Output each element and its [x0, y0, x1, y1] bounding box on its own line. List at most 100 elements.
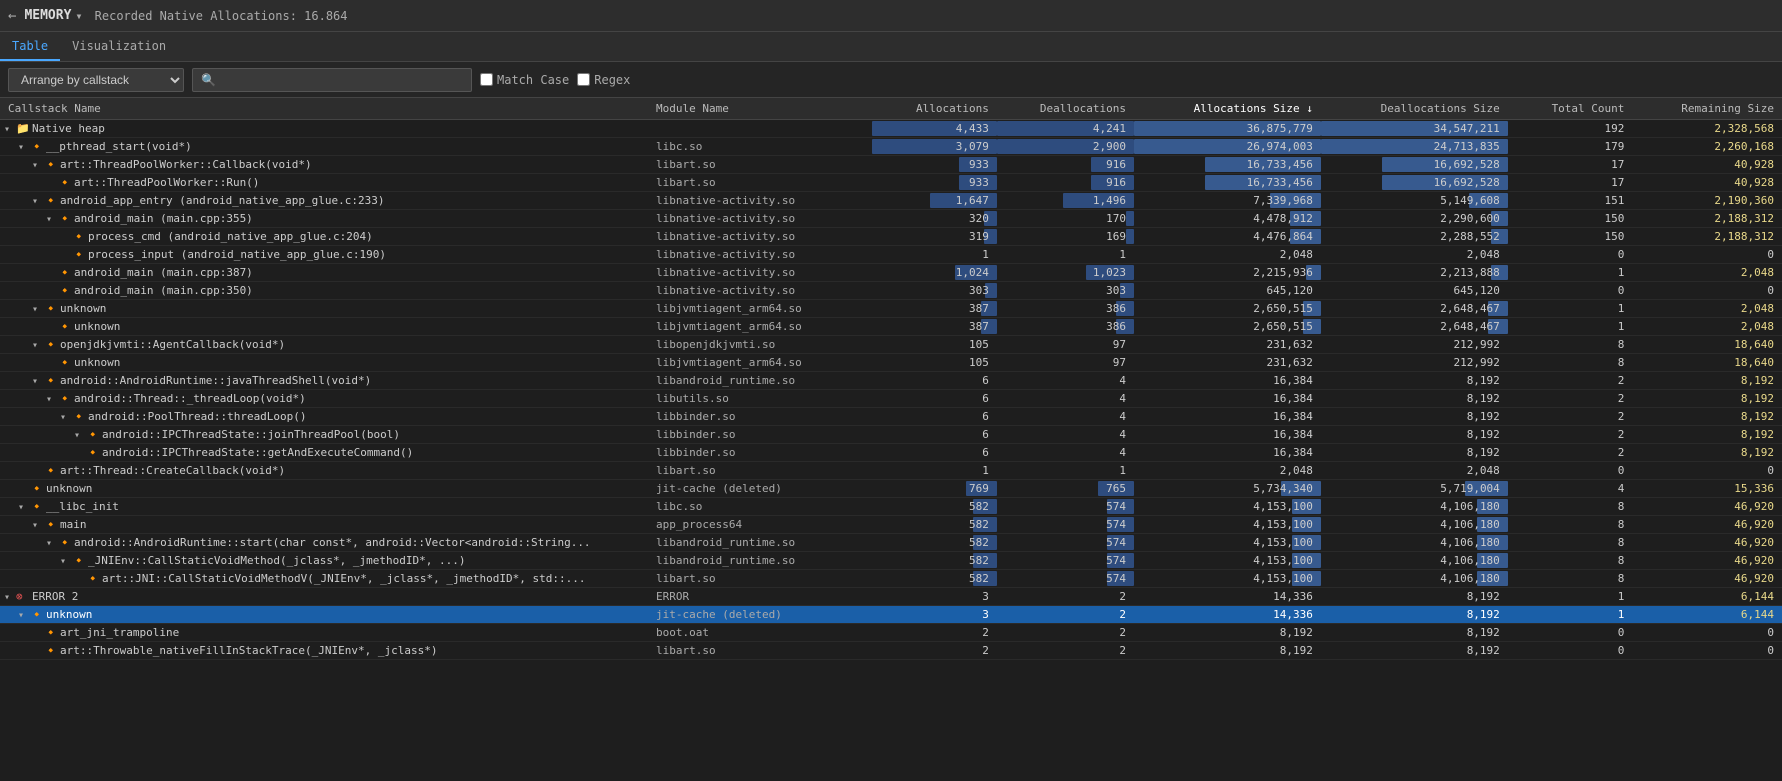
- table-row[interactable]: ▶ 🔸unknown libjvmtiagent_arm64.so 105 97…: [0, 354, 1782, 372]
- cell-alloc-size: 16,384: [1134, 390, 1321, 408]
- cell-remaining: 46,920: [1632, 570, 1782, 588]
- table-row[interactable]: ▶ 🔸process_input (android_native_app_glu…: [0, 246, 1782, 264]
- memory-label: MEMORY: [24, 8, 71, 23]
- table-row[interactable]: ▾ 🔸android::PoolThread::threadLoop() lib…: [0, 408, 1782, 426]
- table-row[interactable]: ▶ 🔸android_main (main.cpp:350) libnative…: [0, 282, 1782, 300]
- table-row[interactable]: ▶ 🔸art::Throwable_nativeFillInStackTrace…: [0, 642, 1782, 660]
- cell-name: ▾ 🔸android::Thread::_threadLoop(void*): [0, 390, 648, 408]
- cell-dealloc-size: 8,192: [1321, 408, 1508, 426]
- cell-alloc: 6: [872, 444, 997, 462]
- arrange-select[interactable]: Arrange by callstack Arrange by allocati…: [8, 68, 184, 92]
- table-row[interactable]: ▶ 🔸unknown libjvmtiagent_arm64.so 387 38…: [0, 318, 1782, 336]
- cell-name: ▶ 🔸art::Throwable_nativeFillInStackTrace…: [0, 642, 648, 660]
- col-header-alloc-size[interactable]: Allocations Size ↓: [1134, 98, 1321, 120]
- cell-total: 179: [1508, 138, 1633, 156]
- cell-name: ▾ 🔸art::ThreadPoolWorker::Callback(void*…: [0, 156, 648, 174]
- table-row[interactable]: ▾ 🔸android_main (main.cpp:355) libnative…: [0, 210, 1782, 228]
- cell-total: 2: [1508, 372, 1633, 390]
- cell-dealloc: 574: [997, 534, 1134, 552]
- cell-total: 1: [1508, 300, 1633, 318]
- cell-remaining: 0: [1632, 462, 1782, 480]
- table-row[interactable]: ▾ 🔸android::IPCThreadState::joinThreadPo…: [0, 426, 1782, 444]
- cell-alloc: 1: [872, 246, 997, 264]
- cell-remaining: 2,188,312: [1632, 210, 1782, 228]
- tab-table[interactable]: Table: [0, 35, 60, 61]
- cell-alloc-size: 231,632: [1134, 336, 1321, 354]
- cell-module: libandroid_runtime.so: [648, 552, 872, 570]
- cell-alloc-size: 7,339,968: [1134, 192, 1321, 210]
- table-row[interactable]: ▾ 📁Native heap 4,433 4,241 36,875,779 34…: [0, 120, 1782, 138]
- top-bar: ← MEMORY ▾ Recorded Native Allocations: …: [0, 0, 1782, 32]
- table-row[interactable]: ▶ 🔸android::IPCThreadState::getAndExecut…: [0, 444, 1782, 462]
- cell-name: ▶ 🔸process_input (android_native_app_glu…: [0, 246, 648, 264]
- cell-module: jit-cache (deleted): [648, 606, 872, 624]
- search-input[interactable]: [192, 68, 472, 92]
- cell-dealloc: 574: [997, 552, 1134, 570]
- col-header-dealloc-size[interactable]: Deallocations Size: [1321, 98, 1508, 120]
- col-header-name[interactable]: Callstack Name: [0, 98, 648, 120]
- cell-dealloc: 4: [997, 372, 1134, 390]
- table-row[interactable]: ▾ ⊗ERROR 2 ERROR 3 2 14,336 8,192 1 6,14…: [0, 588, 1782, 606]
- tabs-bar: Table Visualization: [0, 32, 1782, 62]
- table-row[interactable]: ▾ 🔸_JNIEnv::CallStaticVoidMethod(_jclass…: [0, 552, 1782, 570]
- cell-dealloc: 4: [997, 408, 1134, 426]
- tab-visualization[interactable]: Visualization: [60, 35, 178, 61]
- cell-dealloc: 765: [997, 480, 1134, 498]
- table-row[interactable]: ▶ 🔸art_jni_trampoline boot.oat 2 2 8,192…: [0, 624, 1782, 642]
- table-row[interactable]: ▾ 🔸android::AndroidRuntime::start(char c…: [0, 534, 1782, 552]
- match-case-checkbox[interactable]: [480, 73, 493, 86]
- cell-name: ▾ 🔸__pthread_start(void*): [0, 138, 648, 156]
- cell-dealloc-size: 4,106,180: [1321, 498, 1508, 516]
- col-header-alloc[interactable]: Allocations: [872, 98, 997, 120]
- regex-checkbox[interactable]: [577, 73, 590, 86]
- cell-alloc-size: 231,632: [1134, 354, 1321, 372]
- table-row[interactable]: ▶ 🔸art::Thread::CreateCallback(void*) li…: [0, 462, 1782, 480]
- table-row[interactable]: ▾ 🔸unknown jit-cache (deleted) 3 2 14,33…: [0, 606, 1782, 624]
- table-row[interactable]: ▾ 🔸unknown libjvmtiagent_arm64.so 387 38…: [0, 300, 1782, 318]
- table-row[interactable]: ▾ 🔸__pthread_start(void*) libc.so 3,079 …: [0, 138, 1782, 156]
- cell-remaining: 46,920: [1632, 552, 1782, 570]
- cell-total: 150: [1508, 228, 1633, 246]
- table-row[interactable]: ▾ 🔸android_app_entry (android_native_app…: [0, 192, 1782, 210]
- match-case-label[interactable]: Match Case: [480, 73, 569, 87]
- table-row[interactable]: ▶ 🔸unknown jit-cache (deleted) 769 765 5…: [0, 480, 1782, 498]
- cell-module: libopenjdkjvmti.so: [648, 336, 872, 354]
- regex-label[interactable]: Regex: [577, 73, 630, 87]
- cell-dealloc: 1,496: [997, 192, 1134, 210]
- col-header-dealloc[interactable]: Deallocations: [997, 98, 1134, 120]
- col-header-module[interactable]: Module Name: [648, 98, 872, 120]
- table-row[interactable]: ▶ 🔸art::JNI::CallStaticVoidMethodV(_JNIE…: [0, 570, 1782, 588]
- cell-alloc: 4,433: [872, 120, 997, 138]
- cell-total: 0: [1508, 624, 1633, 642]
- back-button[interactable]: ←: [8, 8, 16, 24]
- cell-remaining: 2,048: [1632, 300, 1782, 318]
- cell-dealloc: 4: [997, 444, 1134, 462]
- table-row[interactable]: ▾ 🔸android::Thread::_threadLoop(void*) l…: [0, 390, 1782, 408]
- table-row[interactable]: ▾ 🔸android::AndroidRuntime::javaThreadSh…: [0, 372, 1782, 390]
- cell-dealloc-size: 8,192: [1321, 642, 1508, 660]
- toolbar: Arrange by callstack Arrange by allocati…: [0, 62, 1782, 98]
- cell-module: libjvmtiagent_arm64.so: [648, 300, 872, 318]
- cell-remaining: 18,640: [1632, 354, 1782, 372]
- table-row[interactable]: ▾ 🔸__libc_init libc.so 582 574 4,153,100…: [0, 498, 1782, 516]
- table-row[interactable]: ▶ 🔸process_cmd (android_native_app_glue.…: [0, 228, 1782, 246]
- cell-module: ERROR: [648, 588, 872, 606]
- table-row[interactable]: ▾ 🔸art::ThreadPoolWorker::Callback(void*…: [0, 156, 1782, 174]
- cell-module: libart.so: [648, 462, 872, 480]
- cell-dealloc-size: 2,290,600: [1321, 210, 1508, 228]
- cell-total: 1: [1508, 318, 1633, 336]
- cell-module: libnative-activity.so: [648, 282, 872, 300]
- table-container[interactable]: Callstack Name Module Name Allocations D…: [0, 98, 1782, 781]
- table-row[interactable]: ▶ 🔸art::ThreadPoolWorker::Run() libart.s…: [0, 174, 1782, 192]
- cell-name: ▾ 🔸android::IPCThreadState::joinThreadPo…: [0, 426, 648, 444]
- cell-alloc-size: 645,120: [1134, 282, 1321, 300]
- cell-module: libnative-activity.so: [648, 228, 872, 246]
- cell-module: libutils.so: [648, 390, 872, 408]
- table-row[interactable]: ▶ 🔸android_main (main.cpp:387) libnative…: [0, 264, 1782, 282]
- cell-dealloc: 1,023: [997, 264, 1134, 282]
- col-header-total[interactable]: Total Count: [1508, 98, 1633, 120]
- col-header-remaining[interactable]: Remaining Size: [1632, 98, 1782, 120]
- table-row[interactable]: ▾ 🔸main app_process64 582 574 4,153,100 …: [0, 516, 1782, 534]
- table-row[interactable]: ▾ 🔸openjdkjvmti::AgentCallback(void*) li…: [0, 336, 1782, 354]
- memory-dropdown[interactable]: ▾: [75, 9, 82, 23]
